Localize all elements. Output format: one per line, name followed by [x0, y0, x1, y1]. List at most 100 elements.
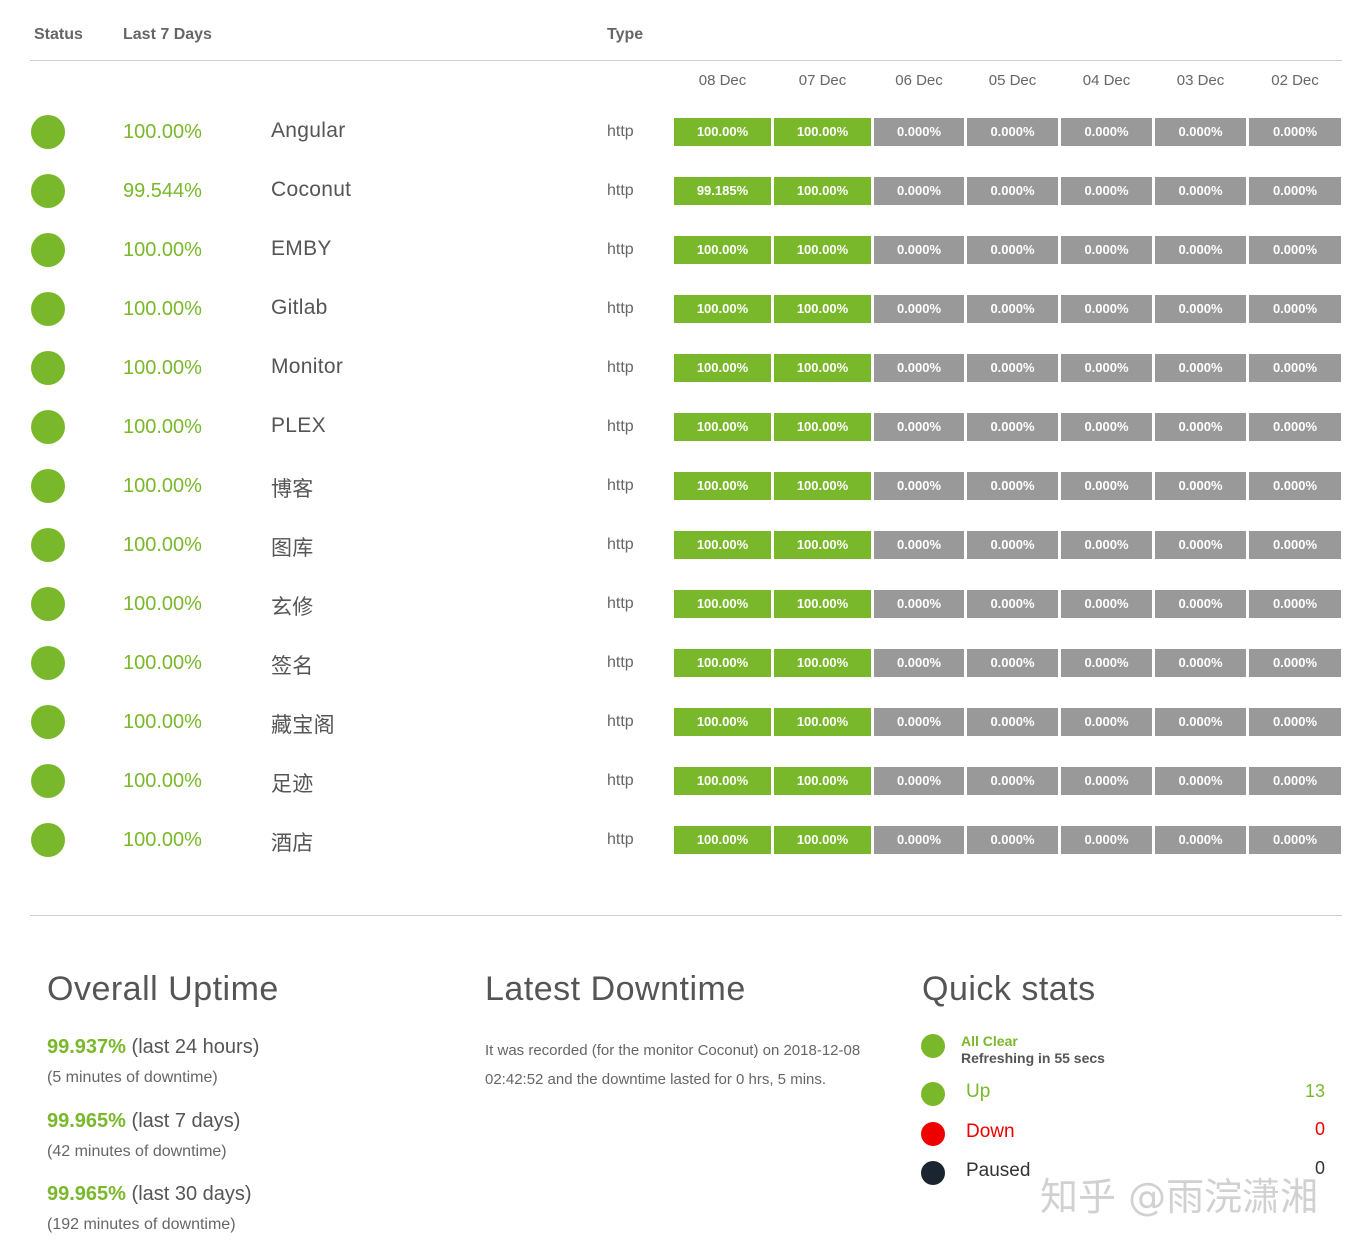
day-uptime-cell: 0.000% [1155, 236, 1246, 264]
uptime-7d-value: 99.965% [47, 1110, 126, 1132]
monitor-type: http [607, 241, 634, 258]
down-label: Down [966, 1121, 1015, 1142]
monitor-row: 100.00% 藏宝阁 http 100.00% 100.00% 0.000% 0.000%… [0, 704, 1371, 744]
day-uptime-cell: 0.000% [967, 118, 1058, 146]
day-uptime-cell: 100.00% [774, 708, 871, 736]
day-uptime-cell: 100.00% [674, 708, 771, 736]
monitor-name: 藏宝阁 [271, 714, 335, 737]
monitor-row: 100.00% 酒店 http 100.00% 100.00% 0.000% 0.000% 0… [0, 822, 1371, 862]
all-clear-status-icon [921, 1034, 945, 1058]
monitor-type: http [607, 418, 634, 435]
day-uptime-cell: 100.00% [774, 295, 871, 323]
status-up-icon [31, 410, 65, 444]
latest-downtime-title: Latest Downtime [485, 970, 746, 1008]
day-header: 07 Dec [798, 72, 847, 89]
day-uptime-cell: 0.000% [1249, 236, 1341, 264]
day-uptime-cell: 0.000% [1249, 413, 1341, 441]
day-uptime-cell: 0.000% [1249, 118, 1341, 146]
day-header: 08 Dec [698, 72, 747, 89]
day-uptime-cell: 0.000% [1061, 531, 1152, 559]
day-uptime-cell: 100.00% [774, 118, 871, 146]
monitor-row: 100.00% EMBY http 100.00% 100.00% 0.000% 0.000… [0, 232, 1371, 272]
day-uptime-cell: 100.00% [774, 826, 871, 854]
monitor-row: 100.00% 博客 http 100.00% 100.00% 0.000% 0.000% 0… [0, 468, 1371, 508]
refresh-countdown: Refreshing in 55 secs [961, 1050, 1105, 1066]
monitor-type: http [607, 300, 634, 317]
day-uptime-cell: 0.000% [1155, 354, 1246, 382]
day-uptime-cell: 0.000% [1155, 708, 1246, 736]
day-uptime-cell: 100.00% [674, 649, 771, 677]
header-type: Type [607, 26, 644, 43]
uptime-30d-value: 99.965% [47, 1183, 126, 1205]
all-clear-label: All Clear [961, 1033, 1018, 1049]
day-header: 04 Dec [1082, 72, 1131, 89]
day-uptime-cell: 0.000% [1249, 531, 1341, 559]
status-up-icon [31, 528, 65, 562]
up-status-icon [921, 1082, 945, 1106]
uptime-30d: 99.965% (last 30 days) [47, 1183, 252, 1206]
status-up-icon [31, 292, 65, 326]
day-uptime-cell: 0.000% [967, 649, 1058, 677]
status-up-icon [31, 646, 65, 680]
day-uptime-cell: 100.00% [674, 767, 771, 795]
monitor-name: EMBY [271, 237, 332, 260]
day-uptime-cell: 0.000% [874, 649, 964, 677]
down-status-icon [921, 1122, 945, 1146]
monitor-name: Monitor [271, 355, 344, 378]
monitor-type: http [607, 713, 634, 730]
day-uptime-cell: 0.000% [967, 708, 1058, 736]
day-uptime-cell: 0.000% [967, 295, 1058, 323]
monitor-row: 100.00% 玄修 http 100.00% 100.00% 0.000% 0.000% 0… [0, 586, 1371, 626]
day-uptime-cell: 0.000% [1155, 590, 1246, 618]
monitor-type: http [607, 772, 634, 789]
day-uptime-cell: 100.00% [674, 236, 771, 264]
monitor-row: 100.00% Gitlab http 100.00% 100.00% 0.000% 0.0… [0, 291, 1371, 331]
day-uptime-cell: 99.185% [674, 177, 771, 205]
day-uptime-cell: 100.00% [674, 590, 771, 618]
day-uptime-cell: 0.000% [1061, 649, 1152, 677]
day-uptime-cell: 100.00% [674, 413, 771, 441]
monitor-name: 图库 [271, 537, 314, 560]
monitor-name: 足迹 [271, 773, 314, 796]
monitor-uptime: 100.00% [123, 416, 202, 438]
day-uptime-cell: 0.000% [1249, 354, 1341, 382]
uptime-24h-period: (last 24 hours) [131, 1036, 260, 1058]
day-uptime-cell: 0.000% [1061, 295, 1152, 323]
day-uptime-cell: 0.000% [1249, 177, 1341, 205]
uptime-7d: 99.965% (last 7 days) [47, 1110, 240, 1133]
day-uptime-cell: 0.000% [1155, 295, 1246, 323]
day-uptime-cell: 100.00% [774, 354, 871, 382]
monitor-uptime: 100.00% [123, 121, 202, 143]
day-header: 02 Dec [1271, 72, 1319, 89]
monitor-name: Gitlab [271, 296, 328, 319]
status-up-icon [31, 233, 65, 267]
uptime-30d-downtime: (192 minutes of downtime) [47, 1216, 236, 1233]
day-uptime-cell: 0.000% [874, 236, 964, 264]
day-uptime-cell: 100.00% [774, 767, 871, 795]
day-uptime-cell: 0.000% [1061, 177, 1152, 205]
day-uptime-cell: 100.00% [774, 177, 871, 205]
day-uptime-cell: 0.000% [1155, 177, 1246, 205]
day-uptime-cell: 0.000% [874, 708, 964, 736]
day-uptime-cell: 0.000% [1061, 590, 1152, 618]
divider [30, 915, 1342, 916]
day-uptime-cell: 0.000% [1155, 118, 1246, 146]
monitor-row: 100.00% Monitor http 100.00% 100.00% 0.000% 0.… [0, 350, 1371, 390]
day-uptime-cell: 0.000% [1249, 472, 1341, 500]
header-status: Status [34, 26, 83, 43]
monitor-type: http [607, 654, 634, 671]
latest-downtime-text: It was recorded (for the monitor Coconut… [485, 1042, 861, 1088]
monitor-row: 99.544% Coconut http 99.185% 100.00% 0.000% 0.… [0, 173, 1371, 213]
day-uptime-cell: 100.00% [674, 531, 771, 559]
monitor-type: http [607, 123, 634, 140]
monitor-uptime: 100.00% [123, 239, 202, 261]
monitor-type: http [607, 595, 634, 612]
monitor-row: 100.00% PLEX http 100.00% 100.00% 0.000% 0.000… [0, 409, 1371, 449]
day-uptime-cell: 0.000% [874, 118, 964, 146]
day-uptime-cell: 0.000% [967, 531, 1058, 559]
monitor-uptime: 100.00% [123, 475, 202, 497]
day-uptime-cell: 0.000% [874, 472, 964, 500]
day-uptime-cell: 0.000% [874, 590, 964, 618]
day-uptime-cell: 0.000% [1155, 413, 1246, 441]
monitor-type: http [607, 477, 634, 494]
